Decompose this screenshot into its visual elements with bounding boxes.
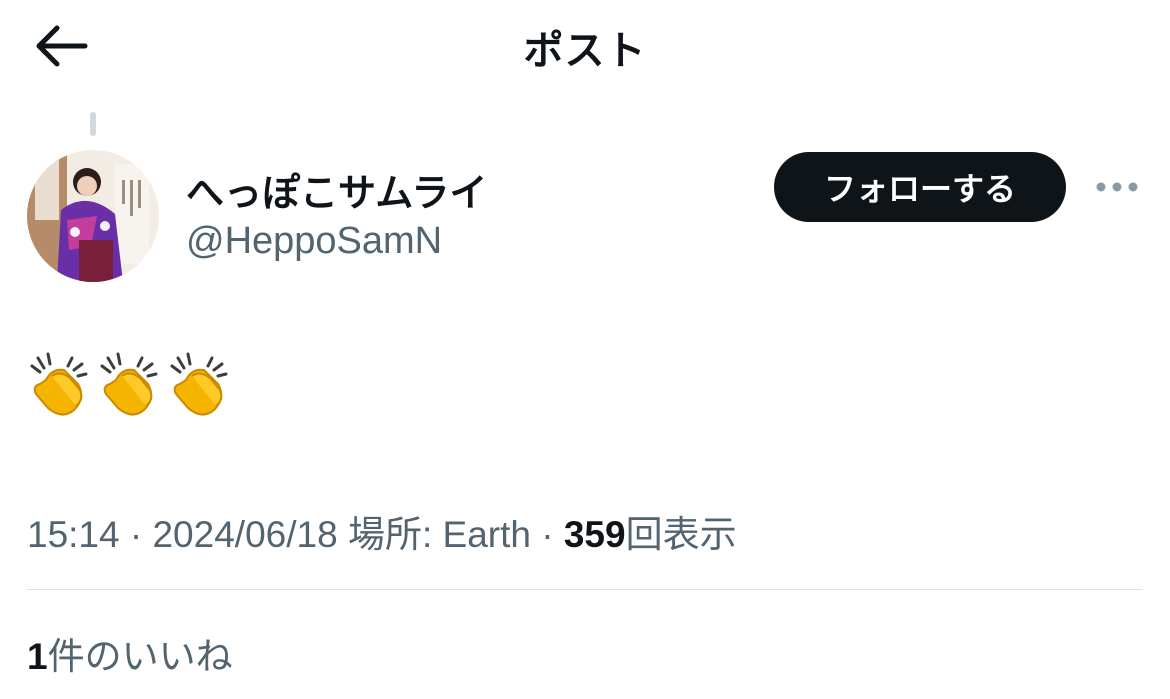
post-date[interactable]: 2024/06/18	[152, 514, 337, 555]
more-horizontal-icon	[1096, 182, 1138, 192]
follow-button[interactable]: フォローする	[774, 152, 1066, 222]
post-text	[28, 350, 232, 422]
likes-summary[interactable]: 1件のいいね	[27, 626, 233, 680]
likes-label: 件のいいね	[47, 636, 233, 677]
post-detail-screen: ポスト へっぽこサムライ @HeppoSamN フォローする 15:14 · 2…	[0, 0, 1170, 699]
meta-separator: ·	[530, 514, 564, 555]
author-display-name[interactable]: へっぽこサムライ	[186, 162, 487, 217]
page-title: ポスト	[523, 28, 647, 74]
author-handle[interactable]: @HeppoSamN	[186, 220, 442, 263]
clapping-hands-icon	[30, 352, 88, 416]
views-label: 回表示	[625, 514, 737, 555]
post-location: 場所: Earth	[337, 514, 531, 555]
top-bar: ポスト	[0, 0, 1170, 100]
clapping-hands-icon	[100, 352, 158, 416]
meta-separator: ·	[119, 514, 153, 555]
more-options-button[interactable]	[1090, 170, 1144, 204]
likes-count: 1	[27, 636, 48, 677]
divider	[27, 589, 1143, 590]
clapping-hands-icon	[170, 352, 228, 416]
thread-connector-line	[90, 112, 96, 136]
views-count: 359	[563, 514, 626, 555]
avatar-image	[27, 150, 159, 282]
post-time[interactable]: 15:14	[27, 514, 120, 555]
post-metadata: 15:14 · 2024/06/18 場所: Earth · 359回表示	[27, 504, 737, 558]
avatar[interactable]	[27, 150, 159, 282]
